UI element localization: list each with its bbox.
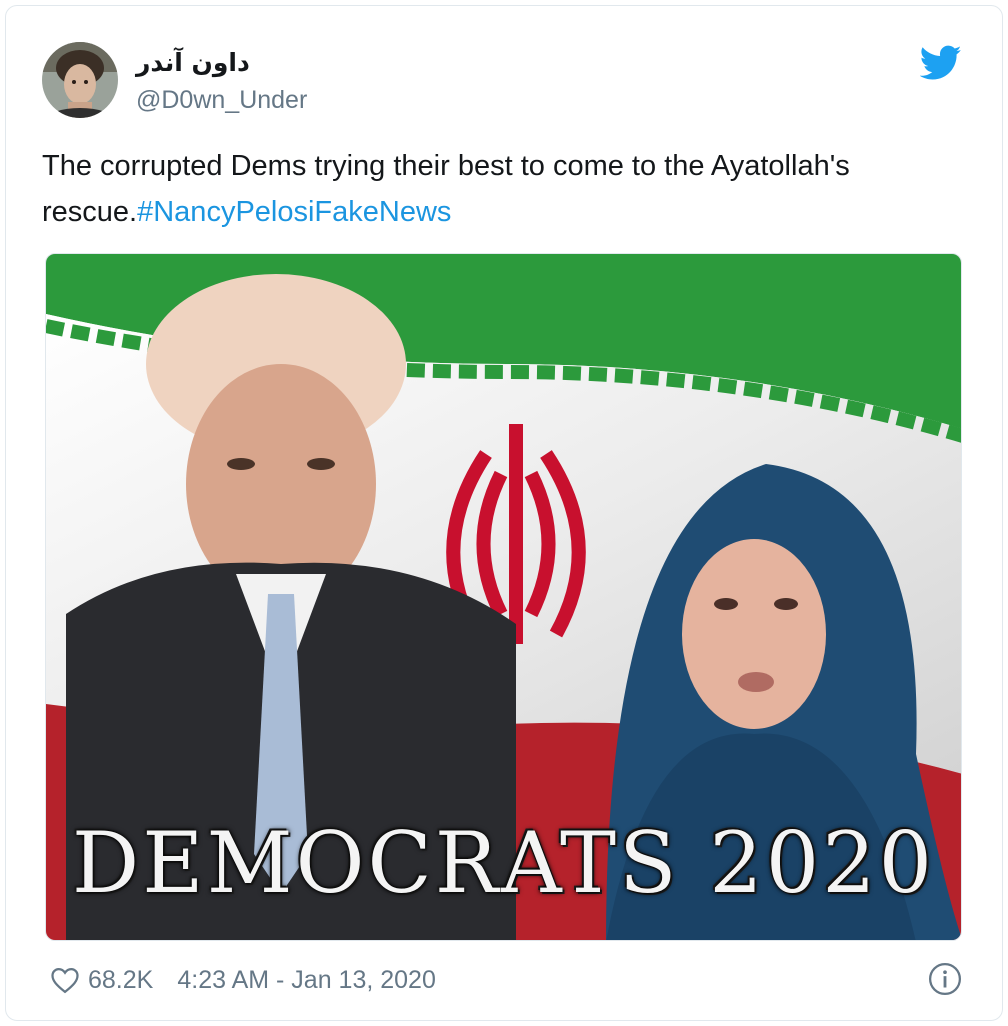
tweet-text: The corrupted Dems trying their best to … xyxy=(42,143,962,235)
twitter-bird-icon[interactable] xyxy=(920,45,962,81)
like-count[interactable]: 68.2K xyxy=(88,966,153,995)
avatar[interactable] xyxy=(42,42,118,118)
image-caption: DEMOCRATS 2020 xyxy=(71,814,936,912)
timestamp[interactable]: 4:23 AM - Jan 13, 2020 xyxy=(177,966,436,995)
tweet-image[interactable]: DEMOCRATS 2020 xyxy=(45,253,962,941)
user-handle[interactable]: @D0wn_Under xyxy=(136,86,307,115)
tweet-footer: 68.2K 4:23 AM - Jan 13, 2020 xyxy=(50,960,436,1000)
info-icon[interactable] xyxy=(928,962,962,996)
display-name[interactable]: داون آندر xyxy=(136,48,250,77)
hashtag-link[interactable]: #NancyPelosiFakeNews xyxy=(137,196,451,228)
heart-icon[interactable] xyxy=(50,966,80,994)
